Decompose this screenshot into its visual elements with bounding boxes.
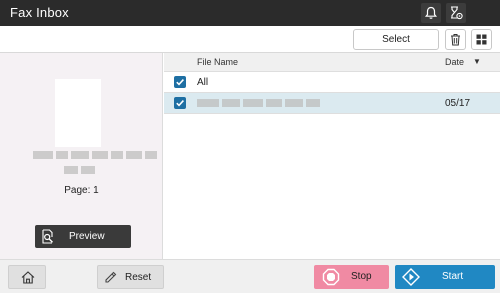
bell-icon (424, 6, 438, 19)
table-row[interactable]: 05/17 (164, 93, 500, 114)
preview-icon (42, 229, 53, 244)
file-name-redacted-line2 (64, 166, 95, 174)
checkmark-icon (176, 100, 184, 107)
eraser-icon (105, 271, 117, 283)
reset-label: Reset (125, 272, 152, 283)
column-file-name[interactable]: File Name (197, 57, 238, 67)
sort-descending-icon[interactable]: ▼ (473, 57, 481, 66)
hourglass-gear-icon (451, 6, 463, 20)
page-count: Page: 1 (64, 185, 99, 196)
notification-button[interactable] (421, 3, 441, 23)
checkmark-icon (176, 79, 184, 86)
start-label: Start (442, 271, 464, 282)
stop-button[interactable]: Stop (314, 265, 389, 289)
preview-button[interactable]: Preview (35, 225, 131, 248)
stop-octagon-icon (322, 268, 340, 286)
document-thumbnail (55, 79, 101, 147)
delete-button[interactable] (445, 29, 466, 50)
fax-inbox-screen: Fax Inbox Select Document:1 (0, 0, 500, 293)
title-bar: Fax Inbox (0, 0, 500, 26)
row-date: 05/17 (445, 98, 471, 109)
job-status-button[interactable] (446, 3, 466, 23)
preview-button-label: Preview (69, 231, 105, 242)
file-name-redacted (33, 151, 157, 159)
row-checkbox[interactable] (174, 97, 186, 109)
select-document-button[interactable]: Select Document:1 (353, 29, 439, 64)
home-button[interactable] (8, 265, 46, 289)
start-diamond-icon (402, 268, 420, 286)
select-all-label: All (197, 77, 209, 88)
select-all-row[interactable]: All (164, 72, 500, 93)
document-toolbar: Select Document:1 (0, 26, 500, 64)
reset-button[interactable]: Reset (97, 265, 164, 289)
window-title: Fax Inbox (10, 5, 69, 20)
grid-view-icon (476, 34, 487, 45)
home-icon (21, 271, 35, 284)
list-header: File Name Date ▼ (164, 53, 500, 72)
start-button[interactable]: Start (395, 265, 495, 289)
document-list: File Name Date ▼ All 05/17 (164, 53, 500, 259)
view-toggle-button[interactable] (471, 29, 492, 50)
stop-label: Stop (351, 271, 372, 282)
row-file-name-redacted (197, 99, 320, 107)
footer-bar: Reset Stop Start (0, 259, 500, 293)
select-all-checkbox[interactable] (174, 76, 186, 88)
column-date[interactable]: Date (445, 57, 464, 67)
trash-icon (451, 34, 460, 46)
preview-panel: Page: 1 Preview (0, 53, 163, 259)
